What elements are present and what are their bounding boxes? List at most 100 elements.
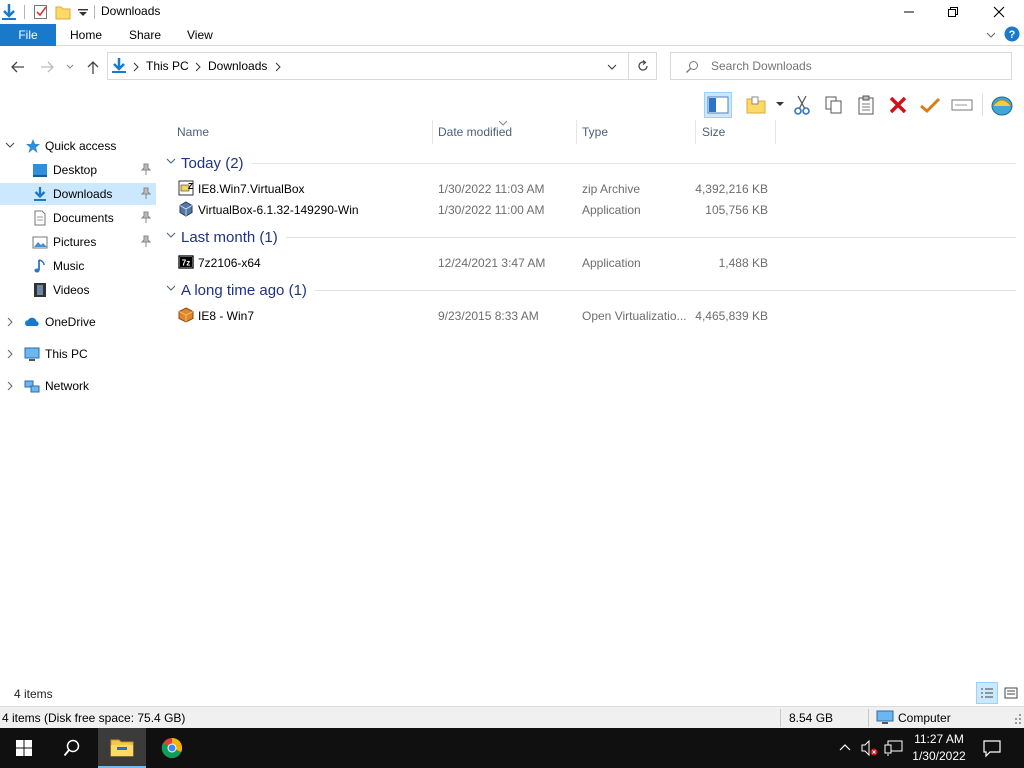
tab-file[interactable]: File	[0, 24, 56, 46]
nav-item-desktop[interactable]: Desktop	[0, 159, 156, 181]
column-divider[interactable]	[432, 120, 433, 144]
address-history-icon[interactable]	[606, 61, 618, 73]
column-header-name[interactable]: Name	[177, 125, 209, 139]
new-item-dropdown-icon[interactable]	[776, 100, 784, 108]
show-hidden-icons-icon[interactable]	[838, 740, 852, 754]
location-zone: Computer	[898, 711, 951, 725]
resize-grip-icon[interactable]	[1012, 713, 1022, 725]
system-clock[interactable]: 11:27 AM 1/30/2022	[904, 731, 974, 765]
clock-time: 11:27 AM	[914, 732, 964, 746]
nav-item-videos[interactable]: Videos	[0, 279, 156, 301]
column-header-date-modified[interactable]: Date modified	[438, 125, 512, 139]
group-header-a-long-time-ago[interactable]: A long time ago (1)	[166, 279, 1016, 301]
preview-pane-icon[interactable]	[704, 92, 732, 118]
tab-home[interactable]: Home	[70, 28, 102, 42]
nav-item-onedrive[interactable]: OneDrive	[0, 311, 156, 333]
file-explorer-taskbar-button[interactable]	[98, 728, 146, 768]
new-folder-icon[interactable]	[54, 3, 72, 21]
search-button[interactable]	[48, 728, 96, 768]
column-header-type[interactable]: Type	[582, 125, 608, 139]
taskbar: 11:27 AM 1/30/2022	[0, 728, 1024, 768]
chevron-right-icon	[7, 349, 13, 359]
breadcrumb-this-pc[interactable]: This PC	[146, 59, 189, 73]
group-label: Last month (1)	[181, 228, 278, 246]
up-icon[interactable]	[85, 59, 101, 75]
file-size: 105,756 KB	[705, 203, 768, 217]
copy-icon[interactable]	[820, 92, 848, 118]
expand-ribbon-icon[interactable]	[984, 28, 998, 42]
address-bar[interactable]: This PC Downloads	[107, 52, 629, 80]
nav-item-this-pc[interactable]: This PC	[0, 343, 156, 365]
documents-icon	[34, 210, 46, 226]
command-toolbar	[700, 90, 1024, 120]
cut-icon[interactable]	[788, 92, 816, 118]
column-divider[interactable]	[695, 120, 696, 144]
svg-text:Z: Z	[188, 182, 193, 191]
minimize-button[interactable]	[886, 0, 932, 24]
nav-item-music[interactable]: Music	[0, 255, 156, 277]
nav-item-network[interactable]: Network	[0, 375, 156, 397]
zip-archive-icon: Z	[178, 180, 194, 196]
chrome-taskbar-button[interactable]	[148, 728, 196, 768]
chevron-right-icon	[7, 381, 13, 391]
recent-locations-icon[interactable]	[64, 60, 76, 72]
group-header-last-month[interactable]: Last month (1)	[166, 226, 1016, 248]
nav-item-downloads[interactable]: Downloads	[0, 183, 156, 205]
file-row[interactable]: IE8 - Win7 9/23/2015 8:33 AM Open Virtua…	[170, 305, 776, 326]
breadcrumb-downloads[interactable]: Downloads	[208, 59, 267, 73]
separator	[780, 709, 781, 727]
pin-icon	[141, 211, 151, 223]
file-row[interactable]: VirtualBox-6.1.32-149290-Win 1/30/2022 1…	[170, 199, 776, 220]
7zip-icon: 7z	[178, 255, 194, 269]
new-item-icon[interactable]	[742, 92, 770, 118]
file-size: 4,392,216 KB	[695, 182, 768, 196]
separator	[24, 5, 25, 19]
star-icon	[26, 139, 40, 153]
delete-icon[interactable]	[884, 92, 912, 118]
chevron-down-icon	[5, 142, 15, 148]
group-header-today[interactable]: Today (2)	[166, 152, 1016, 174]
rename-icon[interactable]	[948, 92, 976, 118]
chevron-right-icon[interactable]	[194, 62, 202, 72]
network-icon	[24, 380, 40, 393]
details-view-icon[interactable]	[976, 682, 998, 704]
start-button[interactable]	[0, 728, 48, 768]
chevron-right-icon[interactable]	[132, 62, 140, 72]
nav-quick-access-label: Quick access	[45, 139, 117, 153]
nav-quick-access[interactable]: Quick access	[0, 135, 156, 157]
column-divider[interactable]	[775, 120, 776, 144]
back-icon[interactable]	[10, 59, 26, 75]
paste-icon[interactable]	[852, 92, 880, 118]
file-explorer-icon	[110, 739, 134, 757]
large-icons-view-icon[interactable]	[1000, 682, 1022, 704]
properties-icon[interactable]	[32, 3, 50, 21]
forward-icon[interactable]	[39, 59, 55, 75]
window-title: Downloads	[101, 4, 161, 18]
tab-view[interactable]: View	[187, 28, 213, 42]
search-input[interactable]	[711, 59, 1001, 73]
chevron-right-icon[interactable]	[274, 62, 282, 72]
customize-quick-access-icon[interactable]	[74, 3, 92, 21]
search-box[interactable]	[670, 52, 1012, 80]
volume-muted-icon[interactable]	[860, 739, 880, 757]
restore-button[interactable]	[930, 0, 976, 24]
select-checkmark-icon[interactable]	[916, 92, 944, 118]
nav-item-documents[interactable]: Documents	[0, 207, 156, 229]
file-row[interactable]: Z IE8.Win7.VirtualBox 1/30/2022 11:03 AM…	[170, 178, 776, 199]
file-date: 12/24/2021 3:47 AM	[438, 256, 546, 270]
downloads-folder-icon[interactable]	[0, 3, 18, 21]
action-center-icon[interactable]	[982, 738, 1002, 758]
network-status-icon[interactable]	[884, 739, 904, 757]
column-divider[interactable]	[576, 120, 577, 144]
nav-item-pictures[interactable]: Pictures	[0, 231, 156, 253]
file-row[interactable]: 7z 7z2106-x64 12/24/2021 3:47 AM Applica…	[170, 252, 776, 273]
column-header-size[interactable]: Size	[702, 125, 725, 139]
tab-share[interactable]: Share	[129, 28, 161, 42]
globe-icon[interactable]	[988, 92, 1016, 118]
close-button[interactable]	[976, 0, 1022, 24]
pin-icon	[141, 235, 151, 247]
refresh-button[interactable]	[629, 52, 657, 80]
search-icon	[685, 60, 699, 74]
file-type: Application	[582, 256, 641, 270]
help-icon[interactable]: ?	[1004, 26, 1020, 42]
